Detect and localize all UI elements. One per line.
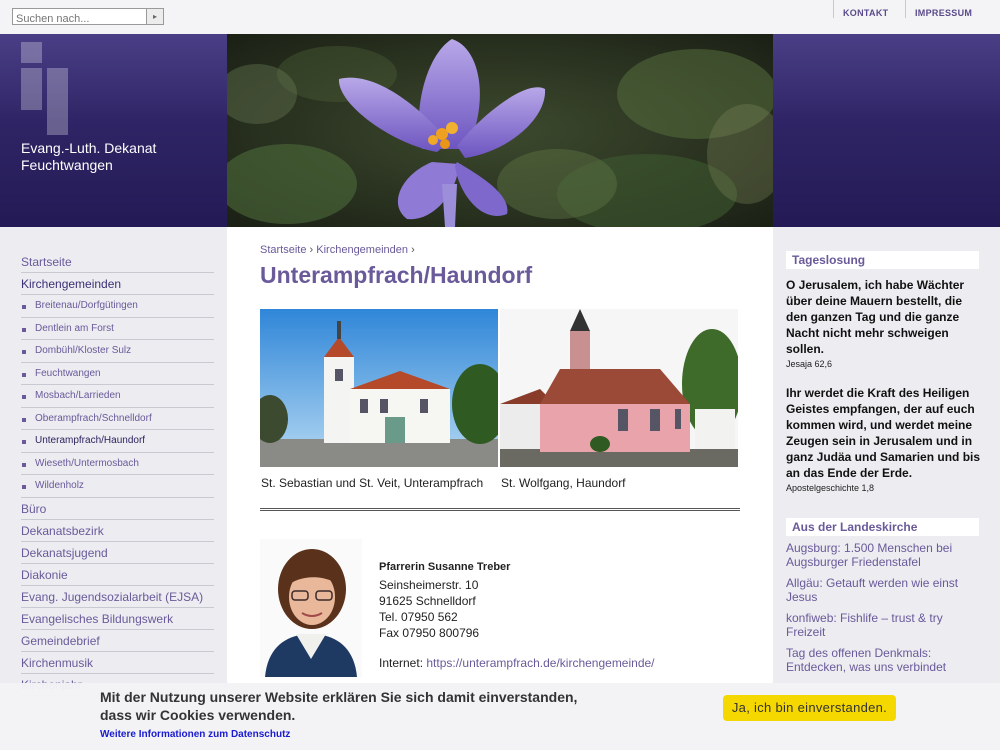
nav-item[interactable]: Dekanatsjugend [21,542,214,564]
imprint-link[interactable]: IMPRESSUM [905,0,985,18]
hero-image [227,34,773,227]
logo-bar-icon [47,68,68,135]
news-link[interactable]: Tag des offenen Denkmals: Entdecken, was… [786,646,981,674]
breadcrumb-separator: › [411,244,415,256]
news-link[interactable]: Augsburg: 1.500 Menschen bei Augsburger … [786,541,981,569]
contact-link[interactable]: KONTAKT [833,0,905,18]
contact-city: 91625 Schnelldorf [379,594,476,608]
lehrtext-verse: Ihr werdet die Kraft des Heiligen Geiste… [786,386,981,480]
landeskirche-title: Aus der Landeskirche [786,518,979,536]
contact-name: Pfarrerin Susanne Treber [379,561,511,573]
nav-item[interactable]: Diakonie [21,564,214,586]
cookie-message: Mit der Nutzung unserer Website erklären… [100,688,577,724]
news-link[interactable]: konfiweb: Fishlife – trust & try Freizei… [786,611,981,639]
cookie-accept-button[interactable]: Ja, ich bin einverstanden. [723,695,896,721]
site-header: Evang.-Luth. Dekanat Feuchtwangen [0,34,1000,227]
contact-fax: Fax 07950 800796 [379,626,480,640]
subnav-item[interactable]: Feuchtwangen [21,363,214,385]
nav-item-startseite[interactable]: Startseite [21,251,214,273]
cookie-message-line: dass wir Cookies verwenden. [100,707,296,723]
privacy-link[interactable]: Weitere Informationen zum Datenschutz [100,729,290,740]
subnav-item[interactable]: Breitenau/Dorfgütingen [21,295,214,318]
main-content: Startseite › Kirchengemeinden › Unteramp… [227,227,773,750]
church-photo-haundorf [500,309,738,467]
left-sidebar: Startseite Kirchengemeinden Breitenau/Do… [0,227,227,750]
church-photo-unterampfrach [260,309,498,467]
photo-caption: St. Wolfgang, Haundorf [501,476,626,490]
top-bar: ▸ KONTAKT IMPRESSUM [0,0,1000,34]
nav-item[interactable]: Evang. Jugendsozialarbeit (EJSA) [21,586,214,608]
internet-label: Internet: [379,656,424,670]
subnav-item[interactable]: Oberampfrach/Schnelldorf [21,408,214,430]
main-navigation: Startseite Kirchengemeinden Breitenau/Do… [21,251,214,696]
breadcrumb-separator: › [309,244,314,256]
site-brand[interactable]: Evang.-Luth. Dekanat Feuchtwangen [21,140,156,174]
breadcrumb: Startseite › Kirchengemeinden › [260,244,415,256]
right-sidebar: Tageslosung O Jerusalem, ich habe Wächte… [773,227,1000,750]
subnav-item[interactable]: Dombühl/Kloster Sulz [21,340,214,363]
nav-item[interactable]: Gemeindebrief [21,630,214,652]
divider [260,508,740,511]
nav-item-kirchengemeinden[interactable]: Kirchengemeinden [21,273,214,295]
contact-street: Seinsheimerstr. 10 [379,578,479,592]
photo-caption: St. Sebastian und St. Veit, Unterampfrac… [261,476,484,490]
search-box: ▸ [12,8,164,27]
cookie-banner: Mit der Nutzung unserer Website erklären… [0,683,1000,750]
cookie-message-line: Mit der Nutzung unserer Website erklären… [100,689,578,705]
lehrtext-reference: Apostelgeschichte 1,8 [786,483,875,493]
nav-item[interactable]: Kirchenmusik [21,652,214,674]
brand-line-2: Feuchtwangen [21,157,113,173]
pastor-portrait [260,539,362,677]
subnav-item[interactable]: Mosbach/Larrieden [21,385,214,408]
losung-reference: Jesaja 62,6 [786,359,833,369]
contact-internet: Internet: https://unterampfrach.de/kirch… [379,655,655,671]
breadcrumb-parent[interactable]: Kirchengemeinden [316,244,408,256]
news-link[interactable]: Allgäu: Getauft werden wie einst Jesus [786,576,981,604]
brand-line-1: Evang.-Luth. Dekanat [21,140,157,156]
contact-phone: Tel. 07950 562 [379,610,458,624]
logo-square-icon [21,42,42,63]
page-title: Unterampfrach/Haundorf [260,262,533,288]
logo-bar-icon [21,68,42,110]
losung-verse: O Jerusalem, ich habe Wächter über deine… [786,278,965,356]
search-input[interactable] [13,11,147,27]
subnav-item[interactable]: Wildenholz [21,475,214,498]
internet-link[interactable]: https://unterampfrach.de/kirchengemeinde… [426,656,654,670]
losung-title: Tageslosung [786,251,979,269]
search-submit-button[interactable]: ▸ [146,9,163,24]
subnav-item[interactable]: Dentlein am Forst [21,318,214,340]
subnav-item[interactable]: Wieseth/Untermosbach [21,453,214,475]
nav-item[interactable]: Büro [21,498,214,520]
breadcrumb-home[interactable]: Startseite [260,244,306,256]
nav-item[interactable]: Evangelisches Bildungswerk [21,608,214,630]
contact-block: Pfarrerin Susanne Treber Seinsheimerstr.… [379,559,655,671]
nav-item[interactable]: Dekanatsbezirk [21,520,214,542]
subnav-item-current[interactable]: Unterampfrach/Haundorf [21,430,214,453]
